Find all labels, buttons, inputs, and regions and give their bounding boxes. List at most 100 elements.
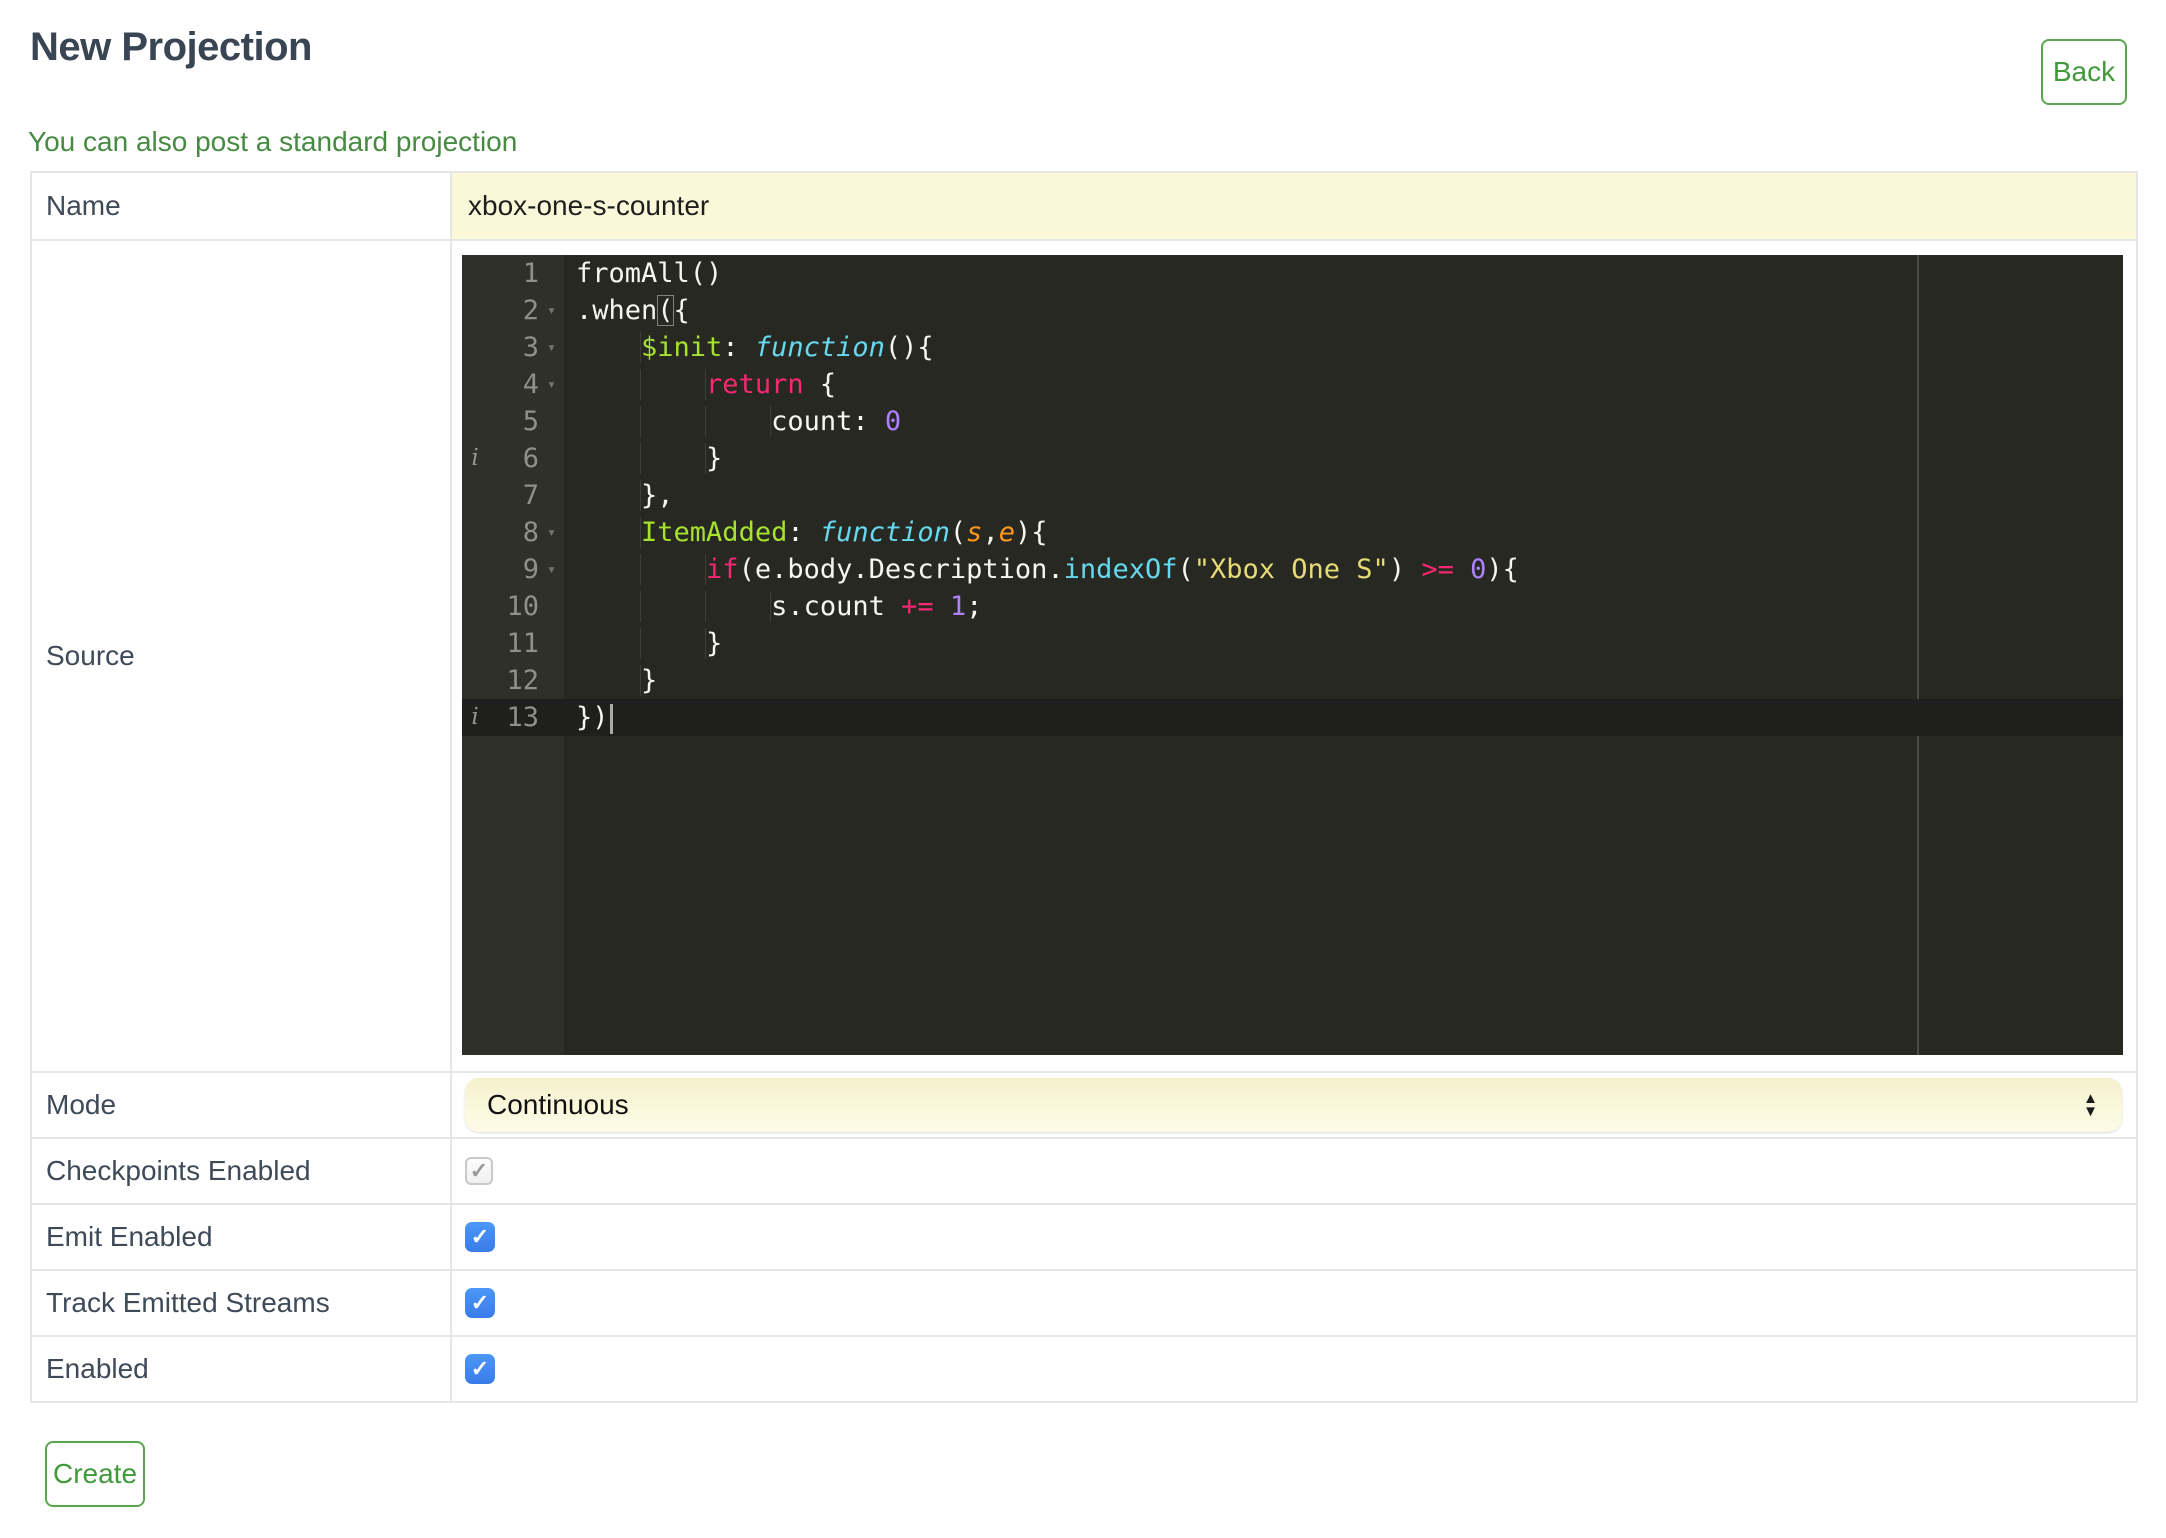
gutter-spacer: [462, 403, 488, 440]
checkpoints-checkbox: ✓: [465, 1157, 493, 1185]
code-line: ItemAdded: function(s,e){: [564, 514, 2123, 551]
code-line: }: [564, 625, 2123, 662]
fold-arrow-icon[interactable]: ▾: [539, 514, 564, 551]
code-line: count: 0: [564, 403, 2123, 440]
line-number: 10: [506, 591, 539, 622]
line-number: 6: [522, 443, 539, 474]
enabled-row: Enabled ✓: [30, 1335, 2138, 1403]
create-button[interactable]: Create: [45, 1441, 145, 1507]
mode-row: Mode Continuous ▲ ▼: [30, 1071, 2138, 1139]
mode-select-value: Continuous: [487, 1089, 629, 1120]
checkpoints-label: Checkpoints Enabled: [30, 1137, 452, 1205]
gutter-spacer: [462, 477, 488, 514]
gutter-line: 3 ▾: [462, 329, 564, 366]
code-line: return {: [564, 366, 2123, 403]
name-input[interactable]: [452, 173, 2136, 239]
gutter-line: 8 ▾: [462, 514, 564, 551]
gutter-line: 11: [462, 625, 564, 662]
code-editor[interactable]: 1 2 ▾ 3 ▾ 4 ▾ 5 i 6 7 8 ▾ 9 ▾ 10 11 12 i 13 fromAll() .when(…: [462, 255, 2123, 1055]
gutter-line: 1: [462, 255, 564, 292]
standard-projection-link[interactable]: You can also post a standard projection: [28, 126, 517, 158]
code-line: .when({: [576, 295, 690, 326]
name-row: Name: [30, 171, 2138, 241]
emit-checkbox[interactable]: ✓: [465, 1222, 495, 1252]
projection-form: Name Source 12▾3▾4▾5i678▾9▾101112i13 fro…: [30, 171, 2138, 1403]
code-line: }: [564, 662, 2123, 699]
emit-label: Emit Enabled: [30, 1203, 452, 1271]
check-icon: ✓: [469, 1158, 489, 1183]
track-checkbox[interactable]: ✓: [465, 1288, 495, 1318]
gutter-line: 2 ▾: [462, 292, 564, 329]
gutter-spacer: [539, 662, 564, 699]
gutter-line: 4 ▾: [462, 366, 564, 403]
editor-gutter: 1 2 ▾ 3 ▾ 4 ▾ 5 i 6 7 8 ▾ 9 ▾ 10 11 12 i 13: [462, 255, 564, 1055]
gutter-line: i 13: [462, 699, 564, 736]
gutter-spacer: [539, 403, 564, 440]
name-label: Name: [30, 171, 452, 241]
check-icon: ✓: [470, 1290, 490, 1315]
back-button[interactable]: Back: [2041, 39, 2127, 105]
page-title: New Projection: [30, 25, 312, 69]
gutter-spacer: [462, 514, 488, 551]
line-number: 9: [522, 554, 539, 585]
track-row: Track Emitted Streams ✓: [30, 1269, 2138, 1337]
gutter-spacer: [462, 662, 488, 699]
fold-arrow-icon[interactable]: ▾: [539, 292, 564, 329]
gutter-line: 12: [462, 662, 564, 699]
fold-arrow-icon[interactable]: ▾: [539, 329, 564, 366]
code-line: s.count += 1;: [564, 588, 2123, 625]
gutter-spacer: [462, 625, 488, 662]
checkpoints-row: Checkpoints Enabled ✓: [30, 1137, 2138, 1205]
source-label: Source: [30, 239, 452, 1073]
gutter-spacer: [539, 477, 564, 514]
line-number: 12: [506, 665, 539, 696]
code-line: fromAll(): [576, 258, 723, 289]
line-number: 7: [522, 480, 539, 511]
line-number: 8: [522, 517, 539, 548]
track-label: Track Emitted Streams: [30, 1269, 452, 1337]
gutter-line: 10: [462, 588, 564, 625]
check-icon: ✓: [470, 1356, 490, 1381]
fold-arrow-icon[interactable]: ▾: [539, 366, 564, 403]
info-annotation-icon: i: [471, 445, 479, 471]
gutter-spacer: [462, 292, 488, 329]
code-line: }: [564, 440, 2123, 477]
enabled-label: Enabled: [30, 1335, 452, 1403]
gutter-spacer: [462, 551, 488, 588]
line-number: 2: [522, 295, 539, 326]
gutter-spacer: [462, 255, 488, 292]
gutter-spacer: [539, 625, 564, 662]
gutter-spacer: [539, 255, 564, 292]
line-number: 13: [506, 702, 539, 733]
text-cursor: [609, 703, 613, 734]
gutter-line: 5: [462, 403, 564, 440]
select-arrows-icon: ▲ ▼: [2083, 1090, 2098, 1120]
gutter-line: i6: [462, 440, 564, 477]
line-number: 4: [522, 369, 539, 400]
gutter-line: 9 ▾: [462, 551, 564, 588]
code-line: $init: function(){: [564, 329, 2123, 366]
source-row: Source 1 2 ▾ 3 ▾ 4 ▾ 5 i 6 7 8 ▾ 9 ▾ 10 11 12 i 13 fromAll(…: [30, 239, 2138, 1073]
line-number: 11: [506, 628, 539, 659]
gutter-spacer: [462, 329, 488, 366]
mode-label: Mode: [30, 1071, 452, 1139]
info-annotation-icon: i: [471, 704, 479, 730]
line-number: 3: [522, 332, 539, 363]
enabled-checkbox[interactable]: ✓: [465, 1354, 495, 1384]
gutter-line: 7: [462, 477, 564, 514]
editor-code-area: fromAll() .when({ $init: function(){ retu…: [564, 255, 2123, 1055]
mode-select[interactable]: Continuous ▲ ▼: [465, 1078, 2122, 1132]
line-number: 1: [522, 258, 539, 289]
gutter-spacer: [462, 366, 488, 403]
code-line: if(e.body.Description.indexOf("Xbox One …: [564, 551, 2123, 588]
gutter-spacer: [539, 588, 564, 625]
gutter-spacer: [462, 588, 488, 625]
gutter-spacer: [539, 699, 564, 736]
emit-row: Emit Enabled ✓: [30, 1203, 2138, 1271]
code-line: },: [564, 477, 2123, 514]
fold-arrow-icon[interactable]: ▾: [539, 551, 564, 588]
gutter-spacer: [539, 440, 564, 477]
line-number: 5: [522, 406, 539, 437]
code-line: }): [564, 699, 2123, 736]
check-icon: ✓: [470, 1224, 490, 1249]
